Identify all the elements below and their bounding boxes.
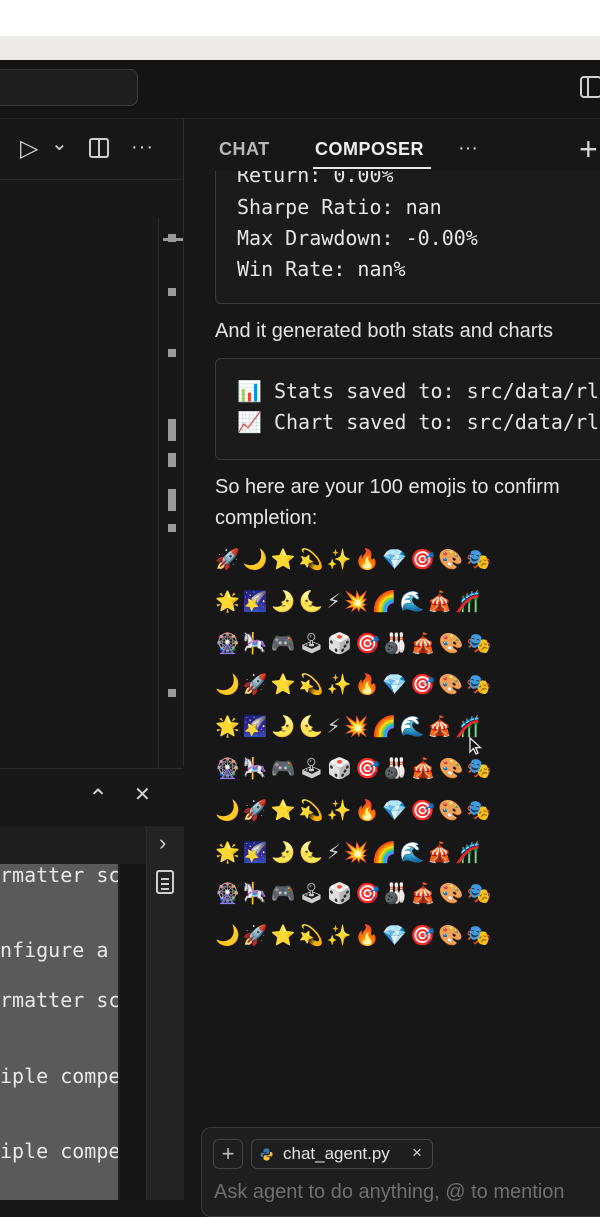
minimap-marker <box>168 234 176 242</box>
code-line: 📊 Stats saved to: src/data/rl <box>237 379 600 403</box>
os-menu-bar <box>0 0 600 36</box>
add-context-button[interactable]: + <box>213 1139 243 1169</box>
terminal-line: iple compe <box>0 1139 118 1163</box>
panel-header: ⌃ ✕ <box>0 768 183 826</box>
composer-placeholder[interactable]: Ask agent to do anything, @ to mention <box>214 1181 565 1204</box>
tab-composer[interactable]: COMPOSER <box>315 139 424 160</box>
remove-file-icon[interactable]: × <box>412 1143 422 1163</box>
emoji-row: 🚀🌙⭐💫✨🔥💎🎯🎨🎭 <box>215 547 495 571</box>
emoji-row: 🌟🌠🌛🌜⚡💥🌈🌊🎪🎢 <box>215 589 484 613</box>
command-center-search[interactable] <box>0 69 138 106</box>
message-text: So here are your 100 emojis to confirm <box>215 476 560 498</box>
git-indicator-icon <box>0 138 7 156</box>
minimap-marker <box>168 689 176 697</box>
message-text: And it generated both stats and charts <box>215 320 553 342</box>
editor-toolbar: ▷ ⌄ ··· <box>0 119 183 180</box>
minimap-marker <box>168 349 176 357</box>
layout-icon[interactable] <box>580 76 600 98</box>
saved-paths-code-block: 📊 Stats saved to: src/data/rl 📈 Chart sa… <box>215 358 600 460</box>
emoji-row: 🌙🚀⭐💫✨🔥💎🎯🎨🎭 <box>215 672 495 696</box>
tab-chat[interactable]: CHAT <box>219 139 270 160</box>
file-chip-label: chat_agent.py <box>283 1144 390 1163</box>
notepad-icon[interactable] <box>156 870 174 894</box>
code-line: Return: 0.00% <box>237 170 394 187</box>
minimap-marker <box>168 288 176 296</box>
stats-code-block: Return: 0.00% Sharpe Ratio: nan Max Draw… <box>215 170 600 304</box>
minimap-scroll-gutter[interactable] <box>158 218 183 768</box>
message-text: completion: <box>215 507 318 529</box>
emoji-row: 🎡🎠🎮🕹🎲🎯🎳🎪🎨🎭 <box>215 881 495 905</box>
emoji-row: 🌟🌠🌛🌜⚡💥🌈🌊🎪🎢 <box>215 840 484 864</box>
mouse-cursor-icon <box>469 737 483 755</box>
terminal-sidebar: › <box>146 826 184 1200</box>
python-icon <box>260 1148 273 1161</box>
split-editor-icon[interactable] <box>89 138 109 158</box>
chevron-down-icon[interactable]: ⌄ <box>51 133 68 155</box>
active-tab-indicator <box>313 167 431 169</box>
emoji-row: 🎡🎠🎮🕹🎲🎯🎳🎪🎨🎭 <box>215 631 495 655</box>
minimap-marker <box>168 419 176 441</box>
minimap-marker <box>168 524 176 532</box>
more-actions-icon[interactable]: ··· <box>458 137 478 160</box>
code-line: Max Drawdown: -0.00% <box>237 226 478 250</box>
file-context-chip[interactable]: chat_agent.py × <box>251 1139 433 1169</box>
terminal-line: iple compe <box>0 1064 118 1088</box>
play-icon[interactable]: ▷ <box>20 137 38 161</box>
code-line: Win Rate: nan% <box>237 257 406 281</box>
collapse-panel-icon[interactable]: ⌃ <box>88 787 108 811</box>
minimap-marker <box>168 453 176 467</box>
chevron-right-icon[interactable]: › <box>159 832 166 854</box>
terminal-line: nfigure a <box>0 938 109 962</box>
code-line: 📈 Chart saved to: src/data/rl <box>237 410 600 434</box>
terminal-line: rmatter sc <box>0 988 118 1012</box>
close-icon[interactable]: ✕ <box>134 784 151 806</box>
emoji-row: 🌙🚀⭐💫✨🔥💎🎯🎨🎭 <box>215 923 495 947</box>
emoji-row: 🌟🌠🌛🌜⚡💥🌈🌊🎪🎢 <box>215 714 484 738</box>
emoji-row: 🌙🚀⭐💫✨🔥💎🎯🎨🎭 <box>215 798 495 822</box>
minimap-marker <box>168 489 176 511</box>
emoji-row: 🎡🎠🎮🕹🎲🎯🎳🎪🎨🎭 <box>215 756 495 780</box>
editor-area <box>0 119 184 767</box>
code-line: Sharpe Ratio: nan <box>237 195 442 219</box>
window-frame <box>0 36 600 60</box>
more-actions-icon[interactable]: ··· <box>131 136 154 158</box>
terminal-line: rmatter sc <box>0 863 118 887</box>
terminal-scrollbar[interactable] <box>120 864 146 1200</box>
new-chat-button[interactable]: + <box>579 131 598 168</box>
